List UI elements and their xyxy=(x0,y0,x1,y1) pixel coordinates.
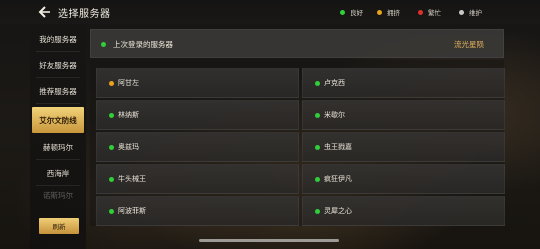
sidebar-item-label: 好友服务器 xyxy=(39,60,77,70)
status-dot-icon xyxy=(315,177,320,182)
server-item[interactable]: 牛头械王 xyxy=(96,164,299,194)
sidebar-item-hendon-myre[interactable]: 赫顿玛尔 xyxy=(30,134,86,160)
server-name: 阿甘左 xyxy=(118,79,139,87)
legend-label: 维护 xyxy=(469,9,482,17)
server-name: 林纳斯 xyxy=(118,111,139,119)
page-title: 选择服务器 xyxy=(58,9,111,20)
status-dot-icon xyxy=(315,81,320,86)
legend-label: 繁忙 xyxy=(428,9,441,17)
status-dot-icon xyxy=(101,42,106,47)
home-indicator[interactable] xyxy=(199,239,339,242)
last-login-panel[interactable]: 上次登录的服务器 流光星陨 xyxy=(90,29,504,58)
server-name: 卢克西 xyxy=(324,79,345,87)
server-item[interactable]: 卢克西 xyxy=(302,68,505,98)
status-dot-icon xyxy=(109,113,114,118)
server-item[interactable]: 奥兹玛 xyxy=(96,132,299,162)
sidebar-item-label: 艾尔文防线 xyxy=(39,115,77,125)
status-dot-icon xyxy=(109,145,114,150)
server-item[interactable]: 米歇尔 xyxy=(302,100,505,130)
legend-maintenance: 维护 xyxy=(459,7,482,17)
server-list: 阿甘左 卢克西 林纳斯 米歇尔 奥兹玛 虫王戮嘉 牛头械王 疯狂伊凡 阿波菲斯 … xyxy=(90,60,505,226)
sidebar-item-label: 推荐服务器 xyxy=(39,86,77,96)
server-item[interactable]: 疯狂伊凡 xyxy=(302,164,505,194)
server-item[interactable]: 阿甘左 xyxy=(96,68,299,98)
server-item[interactable]: 灵犀之心 xyxy=(302,196,505,226)
server-name: 阿波菲斯 xyxy=(118,207,146,215)
sidebar-item-label: 赫顿玛尔 xyxy=(43,142,73,152)
last-login-server[interactable]: 流光星陨 xyxy=(454,39,484,50)
legend-busy: 繁忙 xyxy=(418,7,441,17)
sidebar-item-friend-servers[interactable]: 好友服务器 xyxy=(30,52,86,78)
status-dot-icon xyxy=(109,209,114,214)
status-dot-icon xyxy=(109,81,114,86)
status-dot-icon xyxy=(109,177,114,182)
sidebar-item-partial[interactable]: 诺斯玛尔 xyxy=(30,188,86,202)
sidebar-item-west-coast[interactable]: 西海岸 xyxy=(30,160,86,186)
server-category-sidebar: 我的服务器 好友服务器 推荐服务器 艾尔文防线 赫顿玛尔 西海岸 诺斯玛尔 xyxy=(30,24,86,249)
server-item[interactable]: 林纳斯 xyxy=(96,100,299,130)
last-login-label: 上次登录的服务器 xyxy=(113,40,173,49)
legend-crowded: 拥挤 xyxy=(377,7,400,17)
server-item[interactable]: 虫王戮嘉 xyxy=(302,132,505,162)
server-item[interactable]: 阿波菲斯 xyxy=(96,196,299,226)
status-dot-icon xyxy=(315,145,320,150)
sidebar-item-label: 诺斯玛尔 xyxy=(43,190,73,200)
legend-label: 拥挤 xyxy=(387,9,400,17)
sidebar-item-label: 我的服务器 xyxy=(39,34,77,44)
status-dot-icon xyxy=(377,9,382,15)
sidebar-item-elvenguard[interactable]: 艾尔文防线 xyxy=(32,107,84,133)
legend-label: 良好 xyxy=(350,9,363,17)
legend-good: 良好 xyxy=(340,7,363,17)
sidebar-item-my-servers[interactable]: 我的服务器 xyxy=(30,26,86,52)
top-bar: 选择服务器 良好 拥挤 繁忙 维护 xyxy=(0,0,540,24)
refresh-button[interactable]: 刷新 xyxy=(39,218,79,234)
server-name: 牛头械王 xyxy=(118,175,146,183)
status-dot-icon xyxy=(315,209,320,214)
status-dot-icon xyxy=(459,9,464,15)
back-arrow-icon[interactable] xyxy=(37,4,51,18)
server-name: 米歇尔 xyxy=(324,111,345,119)
server-name: 虫王戮嘉 xyxy=(324,143,352,151)
status-dot-icon xyxy=(418,9,423,15)
status-dot-icon xyxy=(340,9,345,15)
server-name: 灵犀之心 xyxy=(324,207,352,215)
status-dot-icon xyxy=(315,113,320,118)
sidebar-item-recommended[interactable]: 推荐服务器 xyxy=(30,78,86,104)
sidebar-item-label: 西海岸 xyxy=(46,168,70,178)
server-name: 疯狂伊凡 xyxy=(324,175,352,183)
server-name: 奥兹玛 xyxy=(118,143,139,151)
